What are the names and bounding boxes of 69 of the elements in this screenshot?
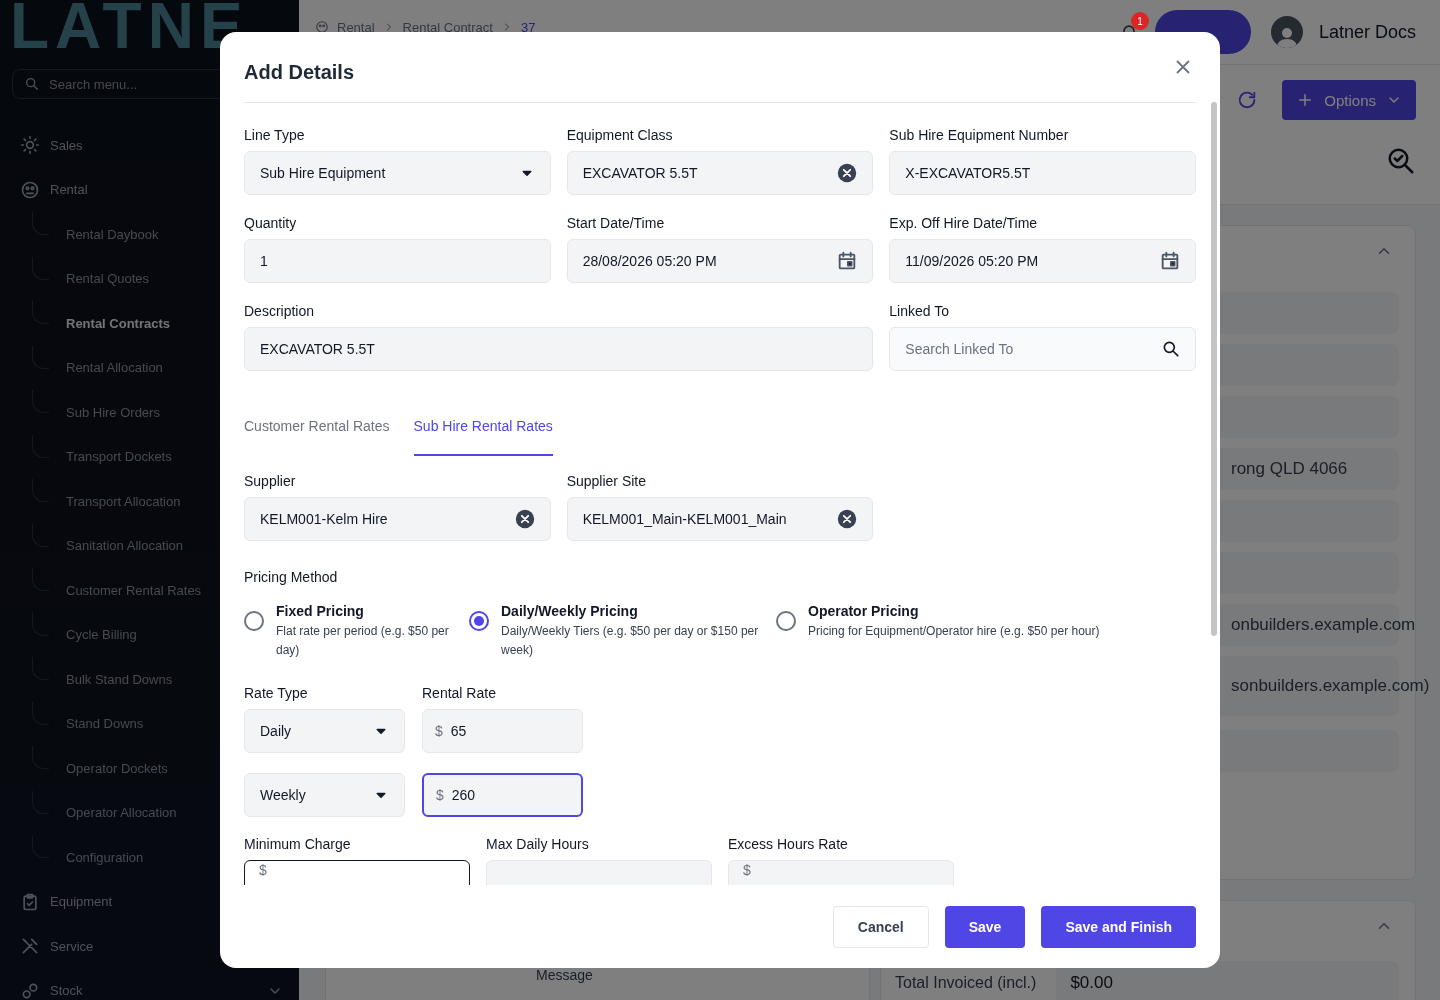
sidebar-item[interactable]: Service <box>0 924 299 969</box>
field-label: Total Invoiced (incl.) <box>895 974 1037 992</box>
field-label: Line Type <box>244 126 306 144</box>
input-field[interactable]: EXCAVATOR 5.5T <box>244 327 874 371</box>
user-name[interactable]: Latner Docs <box>1318 21 1416 43</box>
field-label: Max Daily Hours <box>486 835 590 853</box>
save-button[interactable]: Save and Finish <box>1041 905 1196 948</box>
face-icon <box>315 20 329 34</box>
scrollbar[interactable] <box>1211 102 1217 636</box>
cancel-button[interactable]: Cancel <box>832 905 929 948</box>
clear-icon <box>513 508 536 530</box>
notification-badge: 1 <box>1130 12 1149 30</box>
breadcrumb-link[interactable]: Rental <box>337 19 375 35</box>
sidebar-item[interactable]: Stock <box>0 968 299 1000</box>
options-button[interactable]: Options <box>1282 80 1416 120</box>
input-field[interactable]: X-EXCAVATOR5.5T <box>889 151 1196 195</box>
input-field[interactable]: KELM001-Kelm Hire <box>244 497 551 541</box>
field-label: Message <box>536 967 593 983</box>
clear-icon <box>836 162 859 184</box>
radio-button[interactable] <box>469 611 489 631</box>
option-title: Daily/Weekly Pricing <box>501 602 639 620</box>
dropdown[interactable]: Daily <box>244 709 405 753</box>
field-label: Sub Hire Equipment Number <box>889 126 1070 144</box>
dropdown[interactable]: Sub Hire Equipment <box>244 151 551 195</box>
section-label: Pricing Method <box>244 568 339 586</box>
calendar-icon <box>1159 250 1181 272</box>
option-title: Fixed Pricing <box>276 602 365 620</box>
field-label: Quantity <box>244 214 298 232</box>
input-field[interactable]: EXCAVATOR 5.5T <box>566 151 874 195</box>
clear-icon <box>836 508 859 530</box>
field-label: Start Date/Time <box>566 214 666 232</box>
input-field[interactable]: $ 260 <box>422 773 583 817</box>
search-icon <box>24 76 40 92</box>
search-field[interactable]: Search Linked To <box>889 327 1196 371</box>
input-field[interactable]: 1 <box>244 239 551 283</box>
field-label: Exp. Off Hire Date/Time <box>889 214 1039 232</box>
option-description: Daily/Weekly Tiers (e.g. $50 per day or $150 per week) <box>501 623 760 659</box>
field-label: Equipment Class <box>566 126 674 144</box>
logo: LATNE <box>10 0 250 52</box>
dropdown[interactable]: Weekly <box>244 773 405 817</box>
field-value: $0.00 <box>1056 961 1399 1000</box>
face-icon <box>20 179 40 200</box>
search-icon <box>1161 339 1181 359</box>
tab[interactable]: Customer Rental Rates <box>244 406 390 456</box>
field-label: Supplier Site <box>566 472 648 490</box>
breadcrumb-link[interactable]: 37 <box>520 19 536 35</box>
tab[interactable]: Sub Hire Rental Rates <box>413 406 553 456</box>
field-label: Supplier <box>244 472 297 490</box>
input-field[interactable]: $ <box>728 860 954 885</box>
tools-icon <box>20 936 40 957</box>
date-field[interactable]: 11/09/2026 05:20 PM <box>889 239 1196 283</box>
save-button[interactable]: Save <box>944 905 1026 948</box>
avatar-icon <box>1270 16 1303 48</box>
field-label: Rental Rate <box>422 684 497 702</box>
input-field[interactable]: $ <box>244 860 470 885</box>
input-field[interactable]: $ 65 <box>422 709 583 753</box>
field-label: Linked To <box>889 302 950 320</box>
clipboard-check-icon <box>20 891 40 912</box>
field-label: Excess Hours Rate <box>728 835 849 853</box>
radio-button[interactable] <box>244 611 264 631</box>
breadcrumb-link[interactable]: Rental Contract <box>402 19 493 35</box>
date-field[interactable]: 28/08/2026 05:20 PM <box>566 239 874 283</box>
radio-button[interactable] <box>776 611 796 631</box>
field-label: Minimum Charge <box>244 835 352 853</box>
field-label: Description <box>244 302 316 320</box>
input-field[interactable]: KELM001_Main-KELM001_Main <box>566 497 874 541</box>
field-label: Rate Type <box>244 684 309 702</box>
magnifier-check-icon <box>1386 146 1416 176</box>
option-description: Flat rate per period (e.g. $50 per day) <box>276 623 450 659</box>
